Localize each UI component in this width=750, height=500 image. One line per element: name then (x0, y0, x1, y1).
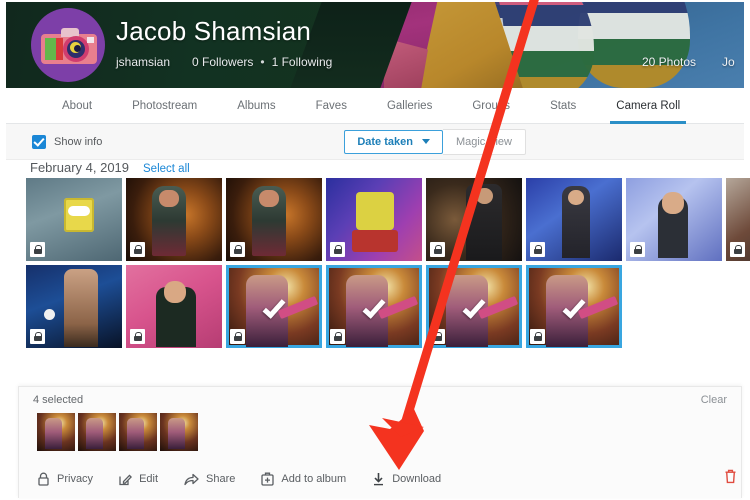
tab-albums[interactable]: Albums (217, 88, 295, 124)
profile-cover-banner: Jacob Shamsian jshamsian 0 Followers • 1… (6, 2, 744, 88)
magic-view-button[interactable]: Magic View (442, 128, 526, 155)
date-taken-button[interactable]: Date taken (344, 129, 443, 154)
lock-icon (37, 472, 50, 486)
check-icon (462, 294, 486, 319)
selection-action-bar: 4 selected Clear Privacy Edit Share Add … (18, 386, 742, 498)
lock-icon (430, 329, 445, 344)
photo-thumbnail[interactable] (426, 178, 522, 261)
selected-thumbnail[interactable] (37, 413, 75, 451)
trash-icon (724, 469, 737, 488)
selected-thumbnail[interactable] (160, 413, 198, 451)
date-label: February 4, 2019 (30, 160, 130, 175)
lock-icon (430, 242, 445, 257)
add-to-album-label: Add to album (281, 473, 347, 485)
tab-photostream[interactable]: Photostream (112, 88, 217, 124)
camera-roll-toolbar: Show info Date taken Magic View (6, 124, 744, 160)
photo-thumbnail[interactable] (326, 178, 422, 261)
photo-thumbnail[interactable] (126, 265, 222, 348)
tab-galleries[interactable]: Galleries (367, 88, 452, 124)
lock-icon (530, 242, 545, 257)
tab-camera-roll[interactable]: Camera Roll (596, 88, 700, 124)
lock-icon (130, 242, 145, 257)
share-label: Share (206, 473, 236, 485)
check-icon (362, 294, 386, 319)
tab-about[interactable]: About (42, 88, 112, 124)
balloon-graphic-right (578, 2, 690, 88)
lock-icon (30, 242, 45, 257)
tab-faves[interactable]: Faves (296, 88, 367, 124)
download-label: Download (392, 473, 442, 485)
tab-groups[interactable]: Groups (452, 88, 530, 124)
selected-thumbnail[interactable] (78, 413, 116, 451)
follower-count[interactable]: 0 Followers (192, 55, 253, 69)
photo-thumbnail[interactable] (626, 178, 722, 261)
pencil-square-icon (119, 473, 133, 486)
photo-thumbnail[interactable] (126, 178, 222, 261)
show-info-toggle[interactable]: Show info (32, 134, 103, 149)
photo-thumbnail-selected[interactable] (226, 265, 322, 348)
clear-selection-link[interactable]: Clear (701, 394, 727, 406)
photo-grid-row (0, 178, 750, 261)
photo-thumbnail[interactable] (26, 265, 122, 348)
edit-button[interactable]: Edit (119, 473, 158, 486)
show-info-label: Show info (54, 135, 103, 148)
tab-stats[interactable]: Stats (530, 88, 596, 124)
photo-thumbnail[interactable] (226, 178, 322, 261)
check-icon (562, 294, 586, 319)
lock-icon (130, 329, 145, 344)
check-icon (262, 294, 286, 319)
photo-grid (0, 178, 750, 352)
date-taken-label: Date taken (357, 135, 413, 148)
lock-icon (230, 329, 245, 344)
lock-icon (730, 242, 745, 257)
share-arrow-icon (184, 473, 199, 486)
photo-thumbnail-selected[interactable] (526, 265, 622, 348)
view-mode-group: Date taken Magic View (344, 128, 526, 155)
photo-thumbnail[interactable] (26, 178, 122, 261)
following-count[interactable]: 1 Following (272, 55, 333, 69)
selected-thumbnail[interactable] (119, 413, 157, 451)
lock-icon (630, 242, 645, 257)
flickr-camera-roll-page: Jacob Shamsian jshamsian 0 Followers • 1… (0, 0, 750, 500)
privacy-label: Privacy (57, 473, 94, 485)
selection-bar-header: 4 selected Clear (19, 387, 741, 413)
meta-separator: • (260, 55, 265, 69)
privacy-button[interactable]: Privacy (37, 472, 93, 486)
photo-thumbnail-selected[interactable] (326, 265, 422, 348)
chevron-down-icon (421, 139, 430, 144)
lock-icon (530, 329, 545, 344)
profile-meta: jshamsian 0 Followers • 1 Following (116, 55, 332, 69)
selected-thumbnails-strip (19, 413, 741, 451)
select-all-link[interactable]: Select all (143, 163, 190, 175)
edit-label: Edit (139, 473, 159, 485)
profile-nav-tabs: About Photostream Albums Faves Galleries… (6, 88, 744, 124)
photo-thumbnail-selected[interactable] (426, 265, 522, 348)
download-icon (372, 472, 385, 486)
share-button[interactable]: Share (184, 473, 235, 486)
selected-count-label: 4 selected (33, 394, 84, 406)
photo-thumbnail[interactable] (726, 178, 750, 261)
add-to-album-icon (261, 472, 275, 486)
date-group-header: February 4, 2019 Select all (30, 160, 190, 175)
cover-right-meta: 20 Photos Jo (642, 55, 736, 69)
profile-username: jshamsian (116, 55, 171, 69)
lock-icon (330, 329, 345, 344)
cover-right-truncated-label: Jo (722, 55, 735, 69)
avatar[interactable] (31, 8, 105, 82)
show-info-checkbox[interactable] (32, 134, 46, 149)
photo-thumbnail[interactable] (526, 178, 622, 261)
photo-count: 20 Photos (641, 55, 696, 69)
camera-icon (41, 28, 97, 64)
lock-icon (230, 242, 245, 257)
add-to-album-button[interactable]: Add to album (261, 472, 346, 486)
lock-icon (330, 242, 345, 257)
selection-actions: Privacy Edit Share Add to album Download (19, 460, 741, 498)
photo-grid-row (0, 265, 750, 348)
profile-display-name: Jacob Shamsian (116, 16, 312, 46)
delete-button[interactable] (724, 469, 737, 489)
lock-icon (30, 329, 45, 344)
download-button[interactable]: Download (372, 472, 441, 486)
